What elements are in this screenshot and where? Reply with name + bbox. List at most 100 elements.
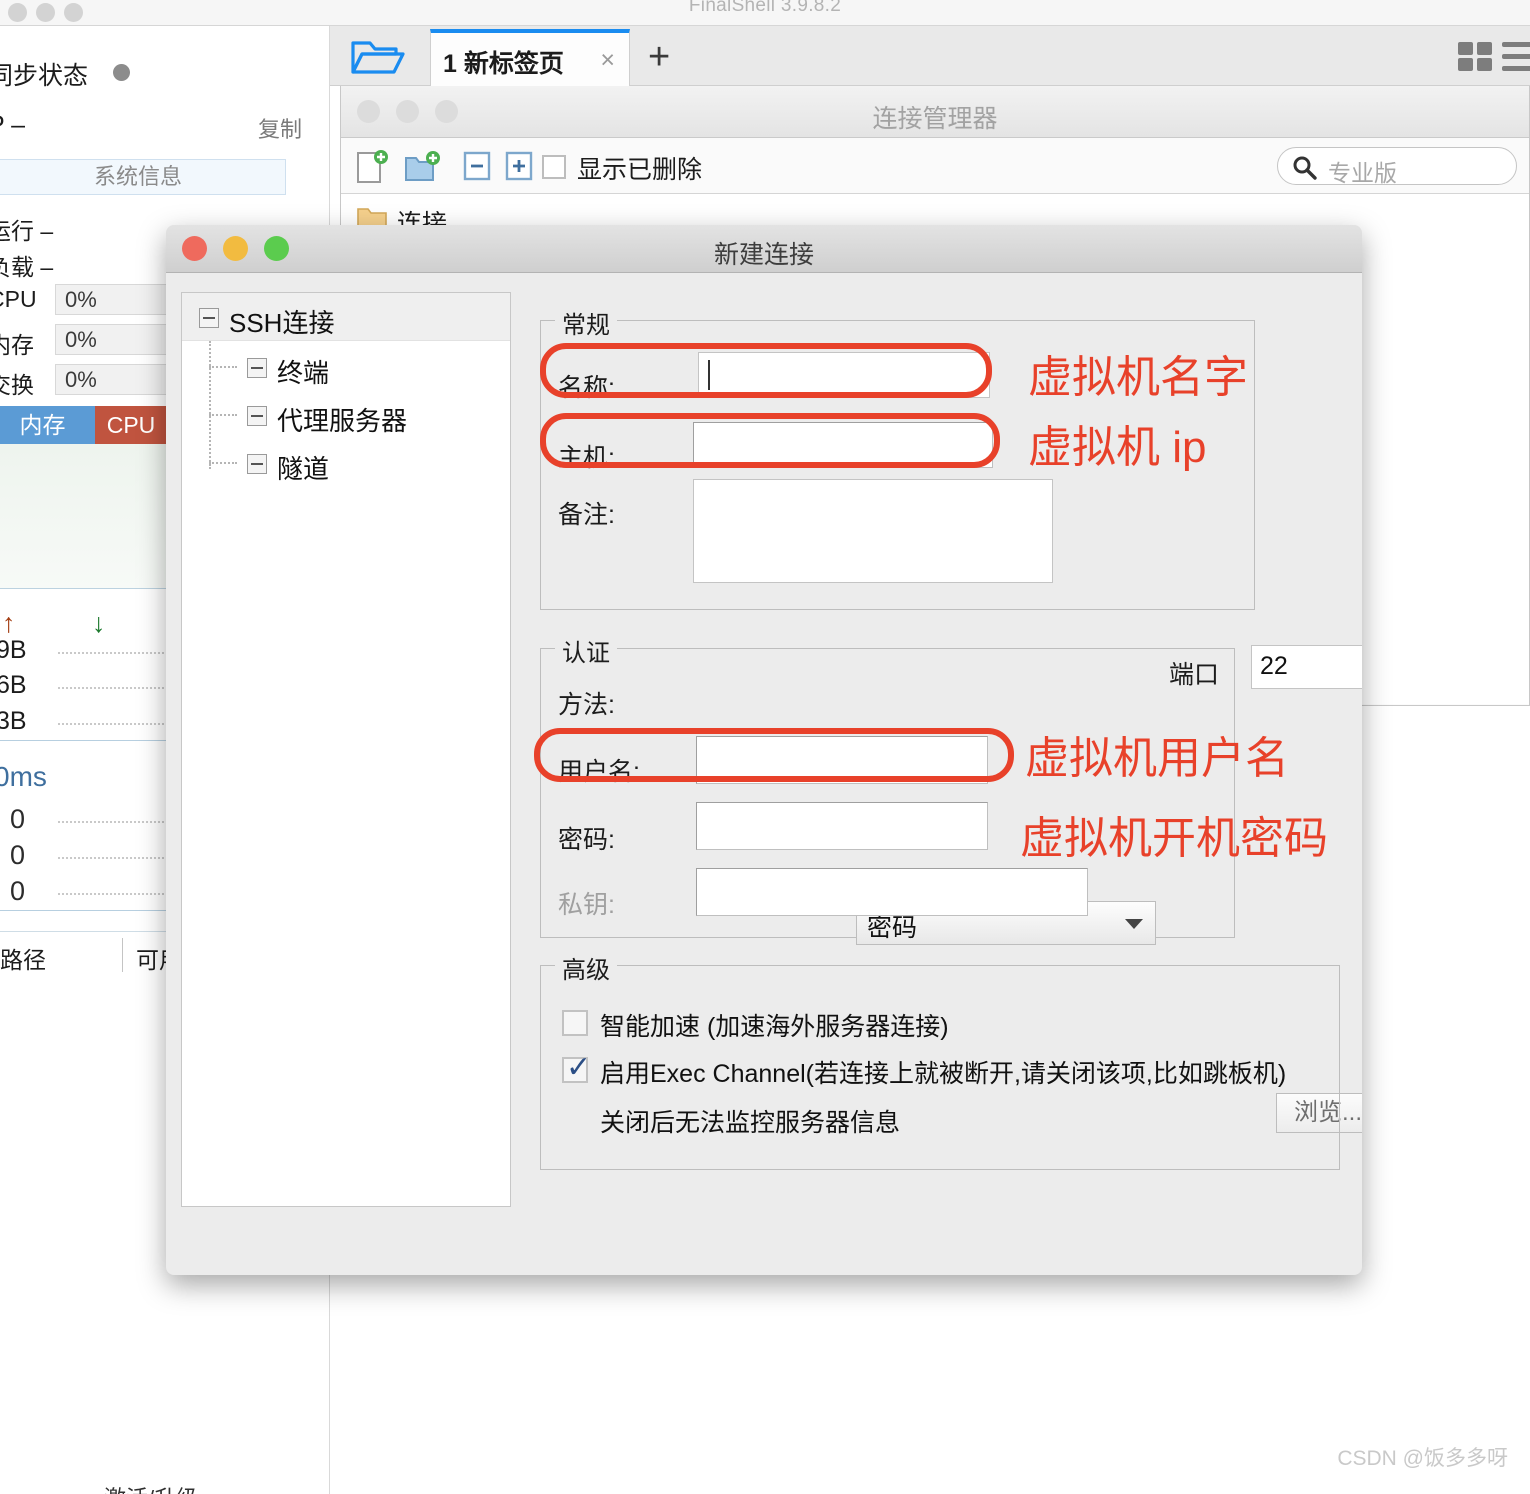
tree-item-label: 代理服务器 <box>277 406 408 436</box>
sync-status-row: 同步状态 <box>0 56 130 92</box>
stat-value-cpu: 0% <box>55 284 167 315</box>
stat-value-memory: 0% <box>55 324 167 355</box>
ip-row: P – <box>0 111 26 139</box>
hamburger-menu-icon[interactable] <box>1502 42 1530 72</box>
smart-accel-checkbox[interactable] <box>562 1010 588 1036</box>
annotation-label-vm-ip: 虚拟机 ip <box>1028 423 1207 472</box>
gridline <box>58 857 168 859</box>
network-download-arrow-icon: ↓ <box>92 608 106 638</box>
dialog-title: 新建连接 <box>713 241 814 269</box>
counter-value-1: 0 <box>10 804 26 834</box>
network-value-1: 9B <box>0 636 27 664</box>
tree-item-proxy-server[interactable]: 代理服务器 <box>247 401 407 438</box>
network-value-3: 3B <box>0 707 27 735</box>
tree-guide-line <box>209 414 237 416</box>
annotation-box-username <box>534 728 1014 782</box>
show-deleted-checkbox[interactable] <box>542 155 566 179</box>
dialog-titlebar: 新建连接 <box>166 225 1362 273</box>
add-tab-button[interactable]: + <box>648 38 670 76</box>
gridline <box>58 687 168 689</box>
tree-root-label: SSH连接 <box>229 308 335 338</box>
new-folder-icon[interactable] <box>403 148 441 191</box>
stat-label-memory: 内存 <box>0 332 34 358</box>
ping-value: 0ms <box>0 761 47 792</box>
tab-strip: 1 新标签页 × + <box>330 26 1530 86</box>
search-icon <box>1293 156 1317 180</box>
gridline <box>58 821 168 823</box>
port-value: 22 <box>1260 652 1288 680</box>
tab-label: 1 新标签页 <box>443 50 564 78</box>
stat-value-swap: 0% <box>55 364 167 395</box>
stat-label-load: 负载 – <box>0 254 54 280</box>
method-label: 方法: <box>558 691 615 719</box>
smart-accel-label: 智能加速 (加速海外服务器连接) <box>600 1013 949 1041</box>
gridline <box>58 652 168 654</box>
annotation-label-vm-password: 虚拟机开机密码 <box>1020 814 1328 863</box>
tree-guide-line <box>209 366 237 368</box>
gridline <box>58 893 168 895</box>
exec-channel-note: 关闭后无法监控服务器信息 <box>600 1109 901 1137</box>
cpu-tab[interactable]: CPU <box>95 406 167 444</box>
tree-collapse-icon[interactable] <box>199 308 219 328</box>
path-column-header: 路径 <box>0 947 46 973</box>
exec-channel-checkbox[interactable] <box>562 1050 591 1085</box>
connection-manager-title: 连接管理器 <box>872 105 998 133</box>
divider <box>0 910 168 911</box>
tree-collapse-icon[interactable] <box>247 358 267 378</box>
remark-label: 备注: <box>558 501 615 529</box>
collapse-all-icon[interactable] <box>461 148 493 189</box>
tab-new-tab-page[interactable]: 1 新标签页 × <box>430 29 630 86</box>
new-file-icon[interactable] <box>355 148 389 191</box>
tree-guide-line <box>209 341 211 469</box>
password-label: 密码: <box>558 826 615 854</box>
stat-label-swap: 交换 <box>0 372 34 398</box>
watermark: CSDN @饭多多呀 <box>1337 1447 1508 1470</box>
connection-manager-titlebar: 连接管理器 <box>341 86 1529 138</box>
tree-root-row-content[interactable]: SSH连接 <box>199 303 334 340</box>
resource-graph <box>0 444 168 589</box>
dialog-category-tree: SSH连接 终端 代理服务器 隧道 <box>181 292 511 1207</box>
app-title: FinalShell 3.9.8.2 <box>688 0 842 16</box>
search-placeholder: 专业版 <box>1328 160 1397 186</box>
divider <box>0 740 168 741</box>
stat-label-uptime: 运行 – <box>0 218 54 244</box>
tree-item-terminal[interactable]: 终端 <box>247 353 329 390</box>
stat-label-cpu: CPU <box>0 286 37 312</box>
connection-manager-toolbar: 显示已删除 专业版 <box>341 138 1529 194</box>
counter-value-3: 0 <box>10 876 26 906</box>
auth-legend: 认证 <box>555 633 617 668</box>
annotation-label-vm-name: 虚拟机名字 <box>1028 353 1248 402</box>
tab-close-icon[interactable]: × <box>600 46 615 75</box>
app-titlebar: FinalShell 3.9.8.2 <box>0 0 1530 26</box>
tree-item-label: 隧道 <box>277 454 330 484</box>
password-input[interactable] <box>696 802 988 850</box>
sync-status-label: 同步状态 <box>0 62 89 90</box>
system-info-button[interactable]: 系统信息 <box>0 159 286 195</box>
expand-all-icon[interactable] <box>503 148 535 189</box>
tree-collapse-icon[interactable] <box>247 406 267 426</box>
activate-upgrade-link[interactable]: 激活/升级 <box>104 1481 198 1494</box>
copy-button[interactable]: 复制 <box>258 112 302 144</box>
port-input[interactable]: 22 <box>1251 645 1362 689</box>
search-input[interactable]: 专业版 <box>1277 147 1517 186</box>
network-upload-arrow-icon: ↑ <box>2 608 16 638</box>
counter-value-2: 0 <box>10 840 26 870</box>
annotation-box-host <box>540 413 1000 468</box>
gridline <box>58 723 168 725</box>
annotation-box-name <box>540 343 992 398</box>
tree-item-tunnel[interactable]: 隧道 <box>247 449 329 486</box>
general-legend: 常规 <box>555 305 617 340</box>
sync-status-indicator-icon <box>112 64 130 81</box>
tree-collapse-icon[interactable] <box>247 454 267 474</box>
remark-textarea[interactable] <box>693 479 1053 583</box>
advanced-legend: 高级 <box>555 950 617 985</box>
grid-layout-icon[interactable] <box>1458 42 1493 72</box>
tree-guide-line <box>209 462 237 464</box>
tree-item-label: 终端 <box>277 358 330 388</box>
folder-open-icon[interactable] <box>350 38 406 81</box>
memory-tab[interactable]: 内存 <box>0 406 95 444</box>
annotation-label-vm-username: 虚拟机用户名 <box>1025 734 1289 783</box>
privatekey-input[interactable] <box>696 868 1088 916</box>
exec-channel-label: 启用Exec Channel(若连接上就被断开,请关闭该项,比如跳板机) <box>600 1060 1287 1088</box>
chevron-down-icon <box>1125 919 1143 929</box>
